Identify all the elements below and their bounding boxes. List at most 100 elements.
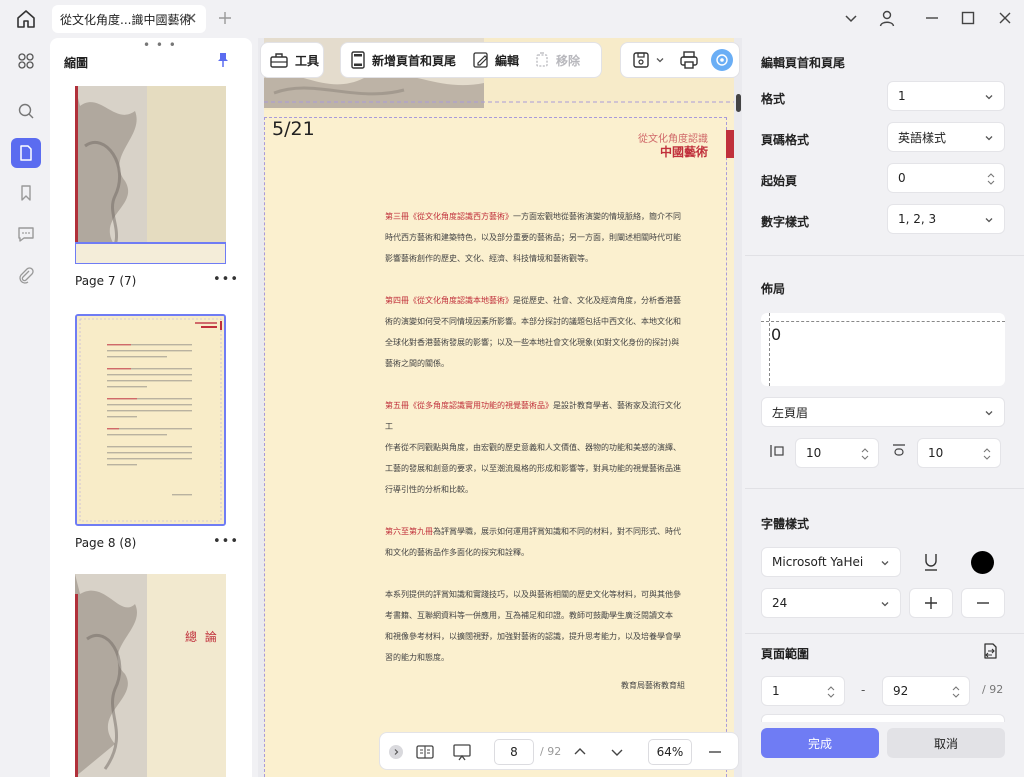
two-page-view-icon[interactable] bbox=[415, 743, 435, 761]
left-margin-stepper[interactable]: 10 bbox=[795, 438, 879, 468]
new-tab-icon[interactable] bbox=[217, 10, 233, 26]
paragraph-line: 時代西方藝術和建築特色，以及部分重要的藝術品；另一方面，則闡述相關時代可能 bbox=[385, 233, 681, 242]
file-actions-toolbar bbox=[620, 42, 740, 78]
save-icon[interactable] bbox=[631, 50, 651, 70]
close-window-icon[interactable] bbox=[996, 9, 1014, 27]
chevron-down-icon[interactable] bbox=[842, 9, 860, 27]
header-page-number[interactable]: 5/21 bbox=[272, 118, 315, 140]
document-tab[interactable]: 從文化角度...識中國藝術 bbox=[52, 5, 206, 33]
paragraph-line: 考書籍、互聯網資料等一併應用，互為補足和印證。教師可鼓勵學生廣泛閱讀文本 bbox=[385, 611, 673, 620]
stepper-arrows-icon[interactable] bbox=[982, 446, 992, 462]
remove-button[interactable]: 移除 bbox=[533, 51, 580, 69]
page-navigation-bar: 8 / 92 64% bbox=[379, 732, 739, 770]
presentation-icon[interactable] bbox=[452, 742, 472, 762]
next-page-icon[interactable] bbox=[609, 744, 625, 760]
chevron-down-icon bbox=[881, 602, 889, 607]
layout-preview[interactable]: 0 bbox=[761, 313, 1005, 386]
home-icon[interactable] bbox=[14, 8, 38, 30]
paragraph-red-lead: 第六至第九冊 bbox=[385, 527, 433, 536]
stepper-arrows-icon[interactable] bbox=[986, 171, 996, 187]
font-color-swatch[interactable] bbox=[971, 551, 994, 574]
print-icon[interactable] bbox=[679, 50, 699, 70]
account-icon[interactable] bbox=[878, 9, 896, 27]
font-size-select[interactable]: 24 bbox=[761, 588, 901, 618]
font-size-value: 24 bbox=[772, 596, 788, 610]
close-tab-icon[interactable] bbox=[184, 11, 198, 25]
scrollbar-thumb[interactable] bbox=[736, 94, 741, 112]
thumbnail-label-page-7: Page 7 (7) bbox=[75, 274, 137, 288]
font-family-select[interactable]: Microsoft YaHei bbox=[761, 547, 901, 577]
page-number-input[interactable]: 8 bbox=[494, 739, 534, 765]
remove-label: 移除 bbox=[556, 53, 581, 68]
left-rail bbox=[0, 38, 50, 777]
thumbnail-page-8[interactable] bbox=[75, 314, 226, 526]
paragraph: 第五冊《從多角度認識實用功能的視覺藝術品》是設計教育學者、藝術家及流行文化工 作… bbox=[385, 395, 685, 500]
page-format-select[interactable]: 英語樣式 bbox=[887, 122, 1005, 152]
top-margin-stepper[interactable]: 10 bbox=[917, 438, 1001, 468]
thumbnails-icon[interactable] bbox=[11, 138, 41, 168]
format-value: 1 bbox=[898, 89, 906, 103]
paragraph: 本系列提供的評賞知識和實踐技巧，以及與藝術相關的歷史文化等材料，可與其他參 考書… bbox=[385, 584, 685, 668]
stepper-arrows-icon[interactable] bbox=[860, 446, 870, 462]
tools-button[interactable]: 工具 bbox=[260, 42, 324, 78]
position-select[interactable]: 左頁眉 bbox=[761, 397, 1005, 427]
start-page-stepper[interactable]: 0 bbox=[887, 163, 1005, 193]
zoom-input[interactable]: 64% bbox=[648, 739, 692, 765]
save-dropdown-icon[interactable] bbox=[655, 55, 665, 65]
corner-title-line2: 中國藝術 bbox=[659, 145, 708, 159]
zoom-out-icon[interactable] bbox=[707, 744, 723, 760]
paragraph: 第四冊《從文化角度認識本地藝術》是從歷史、社會、文化及經濟角度，分析香港藝 術的… bbox=[385, 290, 685, 374]
add-header-footer-button[interactable]: 新增頁首和頁尾 bbox=[350, 50, 456, 70]
left-margin-value: 10 bbox=[806, 446, 822, 460]
underline-icon[interactable] bbox=[922, 552, 940, 572]
page-signature: 教育局藝術教育組 bbox=[621, 681, 685, 690]
range-to-stepper[interactable]: 92 bbox=[882, 676, 970, 706]
add-header-footer-label: 新增頁首和頁尾 bbox=[372, 53, 457, 68]
range-from-stepper[interactable]: 1 bbox=[761, 676, 845, 706]
search-icon[interactable] bbox=[11, 96, 41, 126]
font-family-value: Microsoft YaHei bbox=[772, 555, 864, 569]
previous-page-icon[interactable] bbox=[572, 744, 588, 760]
thumbnail-more-icon[interactable]: ••• bbox=[213, 534, 239, 549]
document-viewer[interactable]: 5/21 從文化角度認識 中國藝術 第三冊《從文化角度認識西方藝術》一方面宏觀地… bbox=[258, 38, 742, 777]
layout-title: 佈局 bbox=[761, 282, 786, 296]
done-button[interactable]: 完成 bbox=[761, 728, 879, 758]
paragraph-line: 本系列提供的評賞知識和實踐技巧，以及與藝術相關的歷史文化等材料，可與其他參 bbox=[385, 590, 681, 599]
paragraph-line: 和文化的藝術品作多面化的探究和詮釋。 bbox=[385, 548, 529, 557]
header-footer-toolbar: 新增頁首和頁尾 編輯 移除 bbox=[340, 42, 602, 78]
thumbnails-title: 縮圖 bbox=[64, 56, 89, 70]
stepper-arrows-icon[interactable] bbox=[951, 684, 961, 700]
number-style-label: 數字樣式 bbox=[761, 215, 810, 229]
panel-resize-handle[interactable]: • • • bbox=[143, 38, 177, 52]
tab-title: 從文化角度...識中國藝術 bbox=[60, 12, 192, 27]
divider bbox=[745, 633, 1024, 634]
pin-icon[interactable] bbox=[216, 52, 230, 68]
thumbnail-heading: 總 論 bbox=[185, 630, 219, 644]
page-subset-select[interactable] bbox=[761, 714, 1005, 722]
edit-button[interactable]: 編輯 bbox=[472, 51, 519, 69]
number-style-select[interactable]: 1, 2, 3 bbox=[887, 204, 1005, 234]
bookmark-icon[interactable] bbox=[11, 178, 41, 208]
position-value: 左頁眉 bbox=[772, 405, 809, 420]
thumbnail-page-7[interactable] bbox=[75, 86, 226, 264]
paragraph-line: 習的能力和態度。 bbox=[385, 653, 449, 662]
stepper-arrows-icon[interactable] bbox=[826, 684, 836, 700]
thumbnail-page-9[interactable]: 總 論 bbox=[75, 574, 226, 777]
comment-icon[interactable] bbox=[11, 219, 41, 249]
page-range-settings-icon[interactable] bbox=[981, 642, 999, 660]
maximize-icon[interactable] bbox=[959, 9, 977, 27]
cancel-button[interactable]: 取消 bbox=[887, 728, 1005, 758]
increase-font-button[interactable] bbox=[909, 588, 953, 618]
thumbnail-more-icon[interactable]: ••• bbox=[213, 272, 239, 287]
decrease-font-button[interactable] bbox=[961, 588, 1005, 618]
expand-icon[interactable] bbox=[389, 745, 403, 759]
paragraph-red-lead: 第五冊《從多角度認識實用功能的視覺藝術品》 bbox=[385, 401, 553, 410]
apps-icon[interactable] bbox=[11, 46, 41, 76]
attachment-icon[interactable] bbox=[11, 260, 41, 290]
minimize-icon[interactable] bbox=[923, 9, 941, 27]
top-toolbar: 工具 新增頁首和頁尾 編輯 移除 bbox=[258, 40, 742, 80]
ai-assistant-icon[interactable] bbox=[711, 49, 733, 71]
preview-page-number: 0 bbox=[771, 325, 782, 344]
format-select[interactable]: 1 bbox=[887, 81, 1005, 111]
edit-label: 編輯 bbox=[495, 53, 520, 68]
